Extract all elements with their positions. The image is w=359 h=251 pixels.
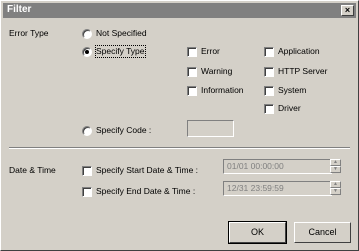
ok-button[interactable]: OK <box>228 221 287 244</box>
end-date-checkbox[interactable] <box>82 187 92 197</box>
error-type-label: Error Type <box>9 28 49 38</box>
end-date-field[interactable]: 12/31 23:59:59 <box>223 181 332 196</box>
application-label[interactable]: Application <box>278 46 320 57</box>
specify-type-radio[interactable] <box>82 47 92 57</box>
cancel-button[interactable]: Cancel <box>294 222 351 243</box>
application-checkbox[interactable] <box>264 47 274 57</box>
section-divider <box>9 147 350 149</box>
close-icon[interactable]: × <box>341 5 354 16</box>
start-date-checkbox[interactable] <box>82 166 92 176</box>
title-bar: Filter × <box>3 3 356 18</box>
start-date-field[interactable]: 01/01 00:00:00 <box>223 159 332 174</box>
http-server-label[interactable]: HTTP Server <box>278 66 327 77</box>
specify-code-label[interactable]: Specify Code : <box>96 125 151 136</box>
warning-checkbox[interactable] <box>187 67 197 77</box>
spin-up-icon[interactable]: ▲ <box>330 181 341 188</box>
specify-code-radio[interactable] <box>82 126 92 136</box>
filter-dialog: Filter × Error Type Not Specified Specif… <box>0 0 359 251</box>
error-label[interactable]: Error <box>201 46 220 57</box>
window-title: Filter <box>7 4 32 15</box>
http-server-checkbox[interactable] <box>264 67 274 77</box>
not-specified-radio[interactable] <box>82 29 92 39</box>
warning-label[interactable]: Warning <box>201 66 232 77</box>
system-label[interactable]: System <box>278 85 306 96</box>
end-date-label[interactable]: Specify End Date & Time : <box>96 186 195 197</box>
error-checkbox[interactable] <box>187 47 197 57</box>
spin-up-icon[interactable]: ▲ <box>330 159 341 166</box>
end-date-spinner[interactable]: ▲ ▼ <box>330 181 341 195</box>
information-checkbox[interactable] <box>187 86 197 96</box>
date-time-label: Date & Time <box>9 165 56 175</box>
start-date-label[interactable]: Specify Start Date & Time : <box>96 165 198 176</box>
driver-checkbox[interactable] <box>264 104 274 114</box>
system-checkbox[interactable] <box>264 86 274 96</box>
start-date-spinner[interactable]: ▲ ▼ <box>330 159 341 173</box>
information-label[interactable]: Information <box>201 85 244 96</box>
specify-code-input[interactable] <box>187 120 234 137</box>
specify-type-label[interactable]: Specify Type <box>95 45 146 58</box>
driver-label[interactable]: Driver <box>278 103 301 114</box>
spin-down-icon[interactable]: ▼ <box>330 166 341 173</box>
not-specified-label[interactable]: Not Specified <box>96 28 147 39</box>
spin-down-icon[interactable]: ▼ <box>330 188 341 195</box>
